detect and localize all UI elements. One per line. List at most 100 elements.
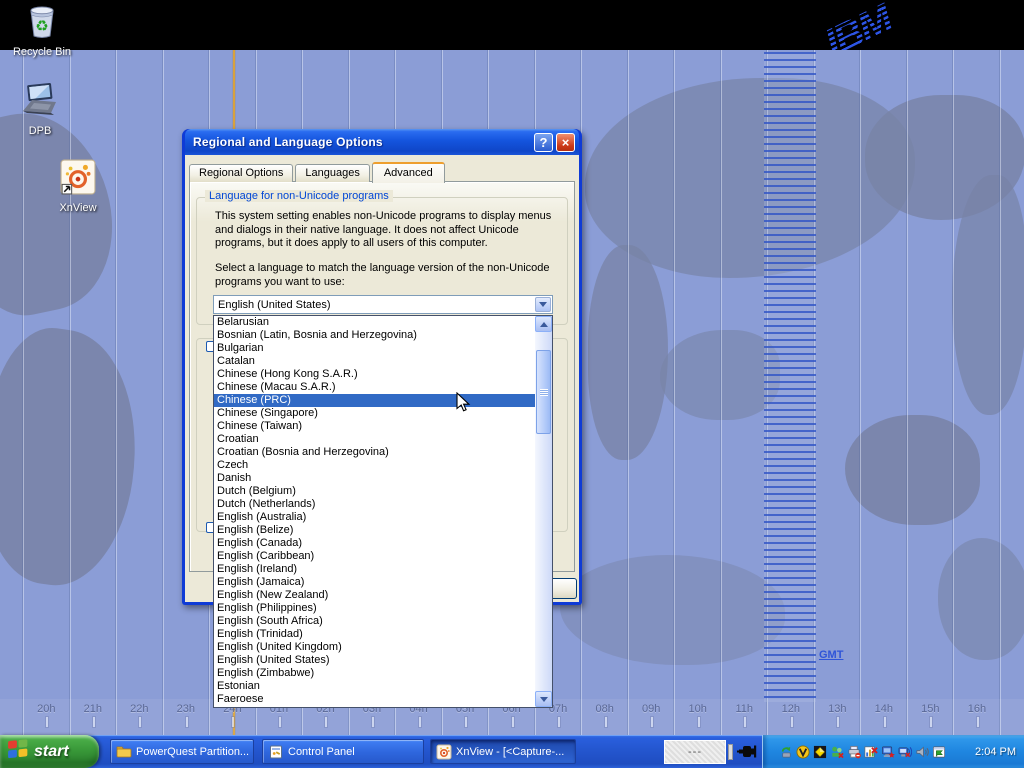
partitionmagic-icon[interactable] (812, 744, 828, 760)
language-option[interactable]: Dutch (Belgium) (214, 485, 535, 498)
timezone-label: 12h (768, 703, 815, 717)
tab-regional-options[interactable]: Regional Options (189, 164, 293, 182)
language-option[interactable]: English (Jamaica) (214, 576, 535, 589)
language-option[interactable]: Chinese (Singapore) (214, 407, 535, 420)
scroll-up-icon[interactable] (535, 316, 552, 332)
language-option[interactable]: English (Canada) (214, 537, 535, 550)
timezone-label: 10h (674, 703, 721, 717)
scroll-down-icon[interactable] (535, 691, 552, 707)
volume-icon[interactable] (914, 744, 930, 760)
language-option[interactable]: Dutch (Netherlands) (214, 498, 535, 511)
power-plug-icon[interactable] (737, 742, 761, 767)
language-option[interactable]: Estonian (214, 680, 535, 693)
print-queue-icon[interactable] (846, 744, 862, 760)
dialog-titlebar[interactable]: Regional and Language Options ? × (185, 129, 579, 155)
combobox-value: English (United States) (218, 299, 331, 311)
taskbar: start PowerQuest Partition... Control Pan… (0, 735, 1024, 768)
timezone-label: 23h (163, 703, 210, 717)
task-button-label: Control Panel (288, 746, 355, 758)
language-option[interactable]: Chinese (Hong Kong S.A.R.) (214, 368, 535, 381)
language-option[interactable]: English (United Kingdom) (214, 641, 535, 654)
desktop-icon-xnview[interactable]: XnView (40, 159, 116, 214)
task-button-control-panel[interactable]: Control Panel (262, 739, 424, 764)
language-option[interactable]: English (New Zealand) (214, 589, 535, 602)
language-option[interactable]: English (Ireland) (214, 563, 535, 576)
language-dropdown-list: BelarusianBosnian (Latin, Bosnia and Her… (213, 315, 553, 708)
windows-flag-icon (7, 738, 29, 765)
network-error-icon[interactable] (880, 744, 896, 760)
timezone-label: 13h (814, 703, 861, 717)
language-option[interactable]: Bosnian (Latin, Bosnia and Herzegovina) (214, 329, 535, 342)
task-button-label: XnView - [<Capture-... (456, 746, 564, 758)
language-option[interactable]: Belarusian (214, 316, 535, 329)
language-option[interactable]: English (Zimbabwe) (214, 667, 535, 680)
timezone-label: 21h (70, 703, 117, 717)
dialog-title: Regional and Language Options (193, 135, 531, 149)
language-option[interactable]: Croatian (Bosnia and Herzegovina) (214, 446, 535, 459)
gmt-label: GMT (819, 649, 843, 661)
desktop-icon-recycle-bin[interactable]: ♻ Recycle Bin (4, 3, 80, 58)
language-option[interactable]: English (United States) (214, 654, 535, 667)
scrollbar-thumb[interactable] (536, 350, 551, 434)
language-option[interactable]: English (Philippines) (214, 602, 535, 615)
desktop-icon-label: XnView (59, 202, 96, 214)
close-button[interactable]: × (556, 133, 575, 152)
language-option[interactable]: Chinese (Macau S.A.R.) (214, 381, 535, 394)
timezone-label: 22h (116, 703, 163, 717)
desktop-icon-label: Recycle Bin (13, 46, 71, 58)
language-option[interactable]: Bulgarian (214, 342, 535, 355)
remote-session-icon[interactable] (897, 744, 913, 760)
task-button-powerquest-partition[interactable]: PowerQuest Partition... (110, 739, 254, 764)
sync-icon[interactable] (778, 744, 794, 760)
taskbar-toolbar[interactable]: --- (664, 740, 726, 764)
desktop: GMT 20h21h22h23h24h01h02h03h04h05h06h07h… (0, 0, 1024, 768)
language-option[interactable]: Faeroese (214, 693, 535, 706)
language-combobox[interactable]: English (United States) (213, 295, 553, 314)
help-button[interactable]: ? (534, 133, 553, 152)
task-button-xnview-capture[interactable]: XnView - [<Capture-... (430, 739, 576, 764)
timezone-gridline (860, 50, 861, 735)
toolbar-handle[interactable] (728, 744, 733, 760)
tab-languages[interactable]: Languages (295, 164, 369, 182)
start-button[interactable]: start (0, 735, 99, 768)
messenger-offline-icon[interactable] (829, 744, 845, 760)
desktop-icon-dpb[interactable]: DPB (2, 82, 78, 137)
chevron-down-icon[interactable] (535, 297, 551, 312)
timezone-label: 08h (581, 703, 628, 717)
groupbox-instruction: Select a language to match the language … (215, 262, 563, 289)
language-option[interactable]: Danish (214, 472, 535, 485)
language-option[interactable]: Chinese (Taiwan) (214, 420, 535, 433)
toolbar-label: --- (688, 746, 702, 758)
scrollbar[interactable] (535, 316, 552, 707)
timezone-label: 14h (861, 703, 908, 717)
laptop-icon (18, 82, 62, 123)
phone-icon[interactable] (795, 744, 811, 760)
control-panel-icon (268, 744, 284, 760)
language-option[interactable]: English (Caribbean) (214, 550, 535, 563)
task-scheduler-icon[interactable] (931, 744, 947, 760)
ibm-logo: IBM (818, 0, 898, 50)
language-option[interactable]: English (Australia) (214, 511, 535, 524)
groupbox-title: Language for non-Unicode programs (205, 190, 393, 202)
language-option[interactable]: English (Trinidad) (214, 628, 535, 641)
top-banner: IBM (0, 0, 1024, 50)
language-option[interactable]: Chinese (PRC) (214, 394, 535, 407)
taskbar-clock[interactable]: 2:04 PM (969, 746, 1016, 758)
start-label: start (34, 743, 69, 761)
gmt-meridian-band (764, 52, 816, 702)
language-option[interactable]: Croatian (214, 433, 535, 446)
chart-error-icon[interactable] (863, 744, 879, 760)
timezone-gridline (674, 50, 675, 735)
timezone-label: 09h (628, 703, 675, 717)
svg-text:♻: ♻ (35, 18, 48, 35)
tab-strip: Regional OptionsLanguagesAdvanced (189, 161, 447, 182)
timezone-gridline (1000, 50, 1001, 735)
language-option[interactable]: English (South Africa) (214, 615, 535, 628)
tab-advanced[interactable]: Advanced (372, 162, 445, 183)
timezone-label: 16h (954, 703, 1001, 717)
recycle-bin-icon: ♻ (25, 3, 59, 44)
timezone-gridline (907, 50, 908, 735)
language-option[interactable]: English (Belize) (214, 524, 535, 537)
language-option[interactable]: Czech (214, 459, 535, 472)
language-option[interactable]: Catalan (214, 355, 535, 368)
